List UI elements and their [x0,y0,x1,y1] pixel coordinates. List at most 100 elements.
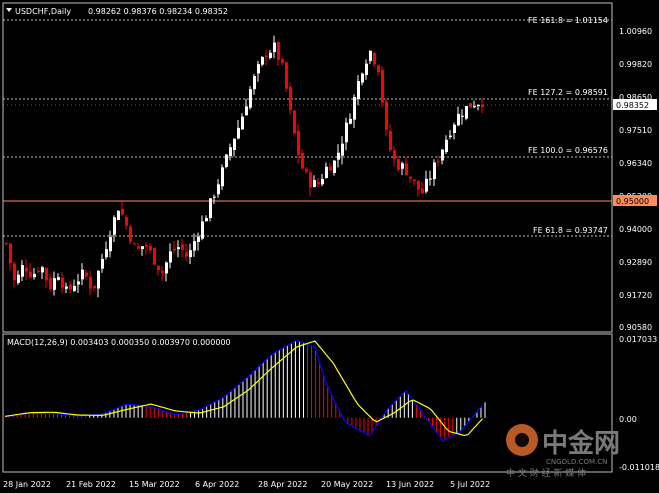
candle-body [465,106,468,119]
watermark-domain: CNGOLD.COM.CN [546,458,607,466]
candle-body [369,50,372,62]
candle-body [349,118,352,124]
candle-body [161,270,164,273]
macd-histogram [4,340,486,440]
candle-body [169,251,172,263]
candle-body [237,127,240,139]
candle-body [5,243,8,245]
time-label: 5 Jul 2022 [450,480,490,489]
candle-body [413,179,416,182]
candle-body [201,221,204,239]
candle-body [281,59,284,63]
fe-level-label-100: FE 100.0 = 0.96576 [528,146,608,155]
candle-body [229,147,232,157]
candle-body [417,180,420,190]
price-tick: 0.92890 [619,258,652,267]
candle-body [225,154,228,167]
macd-tick: 0.00 [619,415,637,424]
time-label: 28 Jan 2022 [3,480,51,489]
price-tick: 0.94000 [619,225,652,234]
time-label: 15 Mar 2022 [129,480,180,489]
candle-body [165,262,168,274]
candle-body [121,208,124,215]
candle-body [57,277,60,280]
candle-body [41,267,44,273]
macd-title: MACD(12,26,9) 0.003403 0.000350 0.003970… [7,338,231,347]
candle-body [61,277,64,288]
candle-body [105,249,108,258]
candle-body [85,272,88,277]
support-price-marker: 0.95000 [613,195,657,206]
watermark-logo: 中金网 CNGOLD.COM.CN 中 文 财 经 新 媒 体 [506,424,620,479]
candle-body [241,116,244,130]
fe-levels[interactable]: FE 161.8 = 1.01154 FE 127.2 = 0.98591 FE… [3,16,612,237]
candle-body [345,122,348,143]
candle-body [389,131,392,151]
chart-header[interactable]: USDCHF,Daily 0.98262 0.98376 0.98234 0.9… [6,7,228,16]
time-label: 13 Jun 2022 [386,480,434,489]
candle-body [321,178,324,185]
candle-body [21,265,24,277]
chart-window[interactable]: USDCHF,Daily 0.98262 0.98376 0.98234 0.9… [0,0,659,493]
candle-body [117,210,120,220]
candle-body [253,76,256,90]
candle-body [133,243,136,245]
candle-body [109,236,112,252]
candle-body [433,162,436,180]
candle-body [65,286,68,289]
candle-body [233,138,236,150]
candle-body [17,274,20,283]
candle-body [149,245,152,251]
candle-body [269,52,272,59]
candle-body [177,247,180,250]
dropdown-triangle-icon[interactable] [6,8,12,12]
candle-body [405,163,408,176]
candle-body [437,160,440,162]
candle-body [361,73,364,83]
candle-body [101,258,104,269]
price-tick: 0.96340 [619,159,652,168]
time-label: 21 Feb 2022 [66,480,116,489]
price-tick: 0.90580 [619,323,652,332]
candle-body [37,271,40,273]
price-tick: 0.99820 [619,60,652,69]
candle-body [45,268,48,281]
candle-body [329,166,332,171]
candle-body [145,244,148,247]
candle-body [277,42,280,60]
time-label: 6 Apr 2022 [195,480,239,489]
candle-body [261,56,264,65]
candle-body [393,150,396,160]
candle-body [205,218,208,222]
candle-body [453,124,456,133]
candle-body [373,52,376,65]
candle-body [473,105,476,108]
candle-body [425,178,428,192]
candle-body [421,188,424,194]
candle-body [77,281,80,285]
candle-body [153,248,156,265]
candle-body [353,96,356,120]
fe-level-label-127: FE 127.2 = 0.98591 [528,88,608,97]
candle-body [365,63,368,76]
candle-body [325,166,328,178]
time-label: 28 Apr 2022 [258,480,307,489]
candle-body [189,250,192,258]
candle-body [73,285,76,291]
candle-body [265,55,268,58]
candle-body [69,284,72,290]
candle-body [221,167,224,187]
candle-body [341,143,344,156]
price-panel-frame [2,2,613,333]
candle-body [317,182,320,185]
signal-line [4,340,484,437]
candle-body [337,152,340,160]
chart-svg[interactable]: USDCHF,Daily 0.98262 0.98376 0.98234 0.9… [0,0,659,493]
candle-body [301,153,304,169]
candle-body [49,278,52,290]
candle-body [129,226,132,242]
candle-body [197,236,200,242]
fe-level-label-61: FE 61.8 = 0.93747 [533,226,608,235]
candle-body [141,246,144,250]
candle-body [25,267,28,272]
